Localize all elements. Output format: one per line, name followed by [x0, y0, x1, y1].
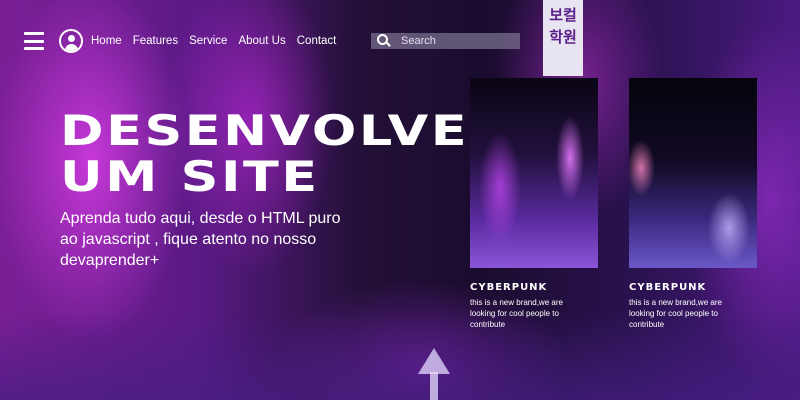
search-input[interactable] [401, 35, 511, 47]
hero-title-line-2: UM SITE [60, 152, 320, 201]
user-avatar-icon[interactable] [59, 29, 83, 53]
feature-card[interactable]: CYBERPUNK this is a new brand,we are loo… [629, 78, 757, 330]
search-bar [371, 33, 520, 49]
road-arrow-icon [418, 348, 450, 374]
background-sign: 보컬 학원 [543, 0, 583, 76]
card-title: CYBERPUNK [470, 282, 548, 293]
nav-links: Home Features Service About Us Contact [91, 35, 347, 47]
card-text: this is a new brand,we are looking for c… [470, 298, 563, 329]
card-image [470, 78, 598, 268]
sign-line-2: 학원 [549, 28, 577, 46]
road-arrow-shaft [430, 372, 438, 400]
nav-link-home[interactable]: Home [91, 35, 122, 47]
card-title: CYBERPUNK [629, 282, 707, 293]
nav-link-contact[interactable]: Contact [297, 35, 337, 47]
top-nav: Home Features Service About Us Contact [24, 28, 347, 54]
hero-title-line-1: DESENVOLVER [60, 106, 513, 155]
nav-link-service[interactable]: Service [189, 35, 227, 47]
nav-link-about-us[interactable]: About Us [238, 35, 285, 47]
hero-subtitle: Aprenda tudo aqui, desde o HTML puro ao … [60, 210, 341, 269]
feature-card[interactable]: CYBERPUNK this is a new brand,we are loo… [470, 78, 598, 330]
sign-line-1: 보컬 [549, 6, 577, 24]
search-icon[interactable] [377, 34, 391, 48]
hamburger-menu-icon[interactable] [24, 32, 44, 50]
card-text: this is a new brand,we are looking for c… [629, 298, 722, 329]
nav-link-features[interactable]: Features [133, 35, 178, 47]
hero-title: DESENVOLVER UM SITE [60, 108, 512, 200]
card-image [629, 78, 757, 268]
